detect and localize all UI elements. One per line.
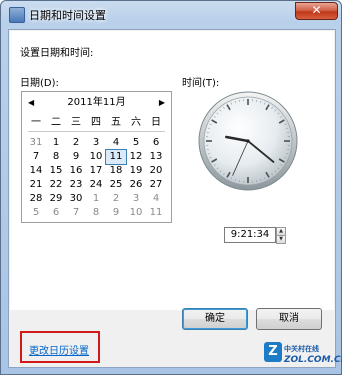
close-button[interactable]: ✕ [295,2,338,20]
calendar-day[interactable]: 1 [46,136,66,150]
calendar-week-row: 7 8 9 10 11 12 13 [26,149,167,165]
calendar-day[interactable]: 8 [86,206,106,220]
calendar-week-row: 31 1 2 3 4 5 6 [26,136,167,150]
calendar-day[interactable]: 16 [66,164,86,178]
calendar-day[interactable]: 14 [26,164,46,178]
calendar-day[interactable]: 9 [66,150,86,164]
calendar-day[interactable]: 19 [126,164,146,178]
clock-app-icon [9,7,25,23]
calendar-day[interactable]: 2 [106,192,126,206]
calendar-day[interactable]: 21 [26,178,46,192]
window-title: 日期和时间设置 [29,9,106,22]
calendar-day[interactable]: 1 [86,192,106,206]
month-title[interactable]: 2011年11月 [22,96,171,110]
calendar-day[interactable]: 18 [106,164,126,178]
watermark-line1: 中关村在线 [284,345,319,353]
weekday-label: 五 [111,117,121,128]
calendar-week-row: 21 22 23 24 25 26 27 [26,178,167,192]
calendar-day[interactable]: 20 [146,164,166,178]
cancel-button[interactable]: 取消 [256,308,322,330]
weekday-label: 二 [51,117,61,128]
ok-button[interactable]: 确定 [182,308,248,330]
calendar-day[interactable]: 10 [126,206,146,220]
calendar-week-row: 14 15 16 17 18 19 20 [26,164,167,178]
spin-down-icon[interactable]: ▼ [276,236,286,244]
calendar-day[interactable]: 22 [46,178,66,192]
time-input[interactable]: 9:21:34 [224,227,276,243]
calendar-day[interactable]: 17 [86,164,106,178]
highlight-box: 更改日历设置 [20,331,100,363]
calendar-day[interactable]: 13 [146,150,166,164]
calendar-day[interactable]: 3 [86,136,106,150]
calendar-day[interactable]: 31 [26,136,46,150]
calendar-day[interactable]: 24 [86,178,106,192]
spin-up-icon[interactable]: ▲ [276,227,286,236]
time-label: 时间(T): [182,78,220,89]
calendar-day[interactable]: 11 [146,206,166,220]
calendar-day[interactable]: 28 [26,192,46,206]
calendar-day[interactable]: 7 [26,150,46,164]
calendar-day[interactable]: 7 [66,206,86,220]
date-label: 日期(D): [20,78,59,89]
weekday-label: 一 [31,117,41,128]
calendar-day[interactable]: 5 [26,206,46,220]
calendar-day[interactable]: 8 [46,150,66,164]
calendar-day[interactable]: 4 [106,136,126,150]
calendar-day[interactable]: 26 [126,178,146,192]
calendar-week-row: 5 6 7 8 9 10 11 [26,206,167,220]
clock-center-pin [246,139,250,143]
watermark: Z 中关村在线 ZOL.COM.CN [264,340,342,370]
calendar-header: ◀ 2011年11月 ▶ [22,96,171,110]
calendar-day[interactable]: 2 [66,136,86,150]
weekday-label: 六 [131,117,141,128]
calendar-day[interactable]: 12 [126,150,146,164]
calendar-day[interactable]: 6 [146,136,166,150]
calendar-day[interactable]: 25 [106,178,126,192]
calendar-week-row: 28 29 30 1 2 3 4 [26,192,167,206]
weekday-label: 三 [71,117,81,128]
calendar-day[interactable]: 27 [146,178,166,192]
calendar: ◀ 2011年11月 ▶ 一 二 三 四 五 六 日 31 1 2 3 4 5 6 7 8 9 10… [21,91,172,223]
calendar-day[interactable]: 15 [46,164,66,178]
calendar-day[interactable]: 5 [126,136,146,150]
calendar-day[interactable]: 4 [146,192,166,206]
calendar-day[interactable]: 10 [86,150,106,164]
title-bar[interactable]: 日期和时间设置 ✕ [1,1,342,29]
dialog-heading: 设置日期和时间: [20,48,94,59]
calendar-day[interactable]: 3 [126,192,146,206]
watermark-line2: ZOL.COM.CN [284,355,342,365]
watermark-logo: Z [264,342,282,362]
calendar-day-selected[interactable]: 11 [105,149,127,165]
calendar-day[interactable]: 29 [46,192,66,206]
dialog-content: 设置日期和时间: 日期(D): 时间(T): ◀ 2011年11月 ▶ 一 二 … [10,31,334,310]
calendar-day[interactable]: 9 [106,206,126,220]
time-spinner[interactable]: ▲ ▼ [276,227,286,244]
next-month-arrow-icon[interactable]: ▶ [159,96,165,110]
analog-clock [198,91,298,191]
change-calendar-settings-link[interactable]: 更改日历设置 [29,342,89,357]
calendar-day[interactable]: 23 [66,178,86,192]
weekday-divider [28,131,165,132]
weekday-header-row: 一 二 三 四 五 六 日 [26,116,167,130]
calendar-day[interactable]: 30 [66,192,86,206]
weekday-label: 四 [91,117,101,128]
weekday-label: 日 [151,117,161,128]
calendar-day[interactable]: 6 [46,206,66,220]
